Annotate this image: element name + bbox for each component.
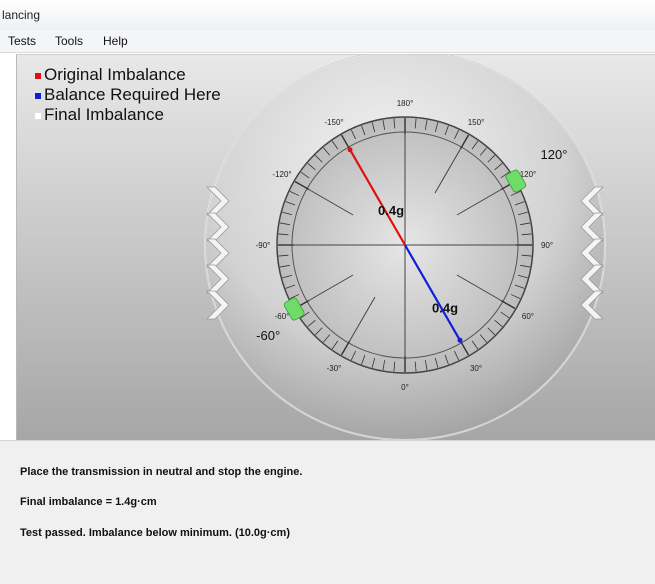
angle-label: -150° [324, 118, 343, 127]
status-instruction: Place the transmission in neutral and st… [20, 466, 303, 478]
angle-label: -120° [272, 170, 291, 179]
angle-label: -90° [256, 241, 271, 250]
legend-label: Final Imbalance [44, 105, 164, 124]
weight-angle-label: -60° [256, 328, 280, 343]
angle-label: 60° [522, 312, 534, 321]
angle-label: 180° [397, 99, 414, 108]
status-panel: Place the transmission in neutral and st… [0, 440, 655, 584]
balance-gauge: 180° 150° 120° 90° 60° 30° 0° -30° -60° -90° -120°… [17, 55, 655, 440]
legend-swatch [35, 73, 41, 79]
balance-canvas: 180° 150° 120° 90° 60° 30° 0° -30° -60° -90° -120°… [16, 54, 655, 440]
angle-label: 30° [470, 364, 482, 373]
angle-label: 90° [541, 241, 553, 250]
legend-swatch [35, 113, 41, 119]
status-test-result: Test passed. Imbalance below minimum. (1… [20, 527, 290, 539]
balance-required-value: 0.4g [432, 301, 458, 316]
angle-label: -60° [275, 312, 290, 321]
legend-label: Balance Required Here [44, 85, 221, 104]
weight-angle-label: 120° [541, 147, 568, 162]
angle-label: 0° [401, 383, 409, 392]
menu-tools[interactable]: Tools [55, 34, 83, 48]
balance-required-endpoint [457, 337, 463, 343]
menu-tests[interactable]: Tests [8, 34, 36, 48]
angle-label: 150° [468, 118, 485, 127]
legend-swatch [35, 93, 41, 99]
menu-bar: Tests Tools Help [0, 30, 655, 53]
menu-help[interactable]: Help [103, 34, 128, 48]
legend-label: Original Imbalance [44, 65, 186, 84]
window-title: lancing [2, 8, 41, 22]
original-imbalance-value: 0.4g [378, 203, 404, 218]
original-imbalance-endpoint [347, 147, 353, 153]
status-final-imbalance: Final imbalance = 1.4g·cm [20, 496, 157, 508]
window-titlebar: lancing [0, 0, 655, 30]
angle-label: -30° [327, 364, 342, 373]
